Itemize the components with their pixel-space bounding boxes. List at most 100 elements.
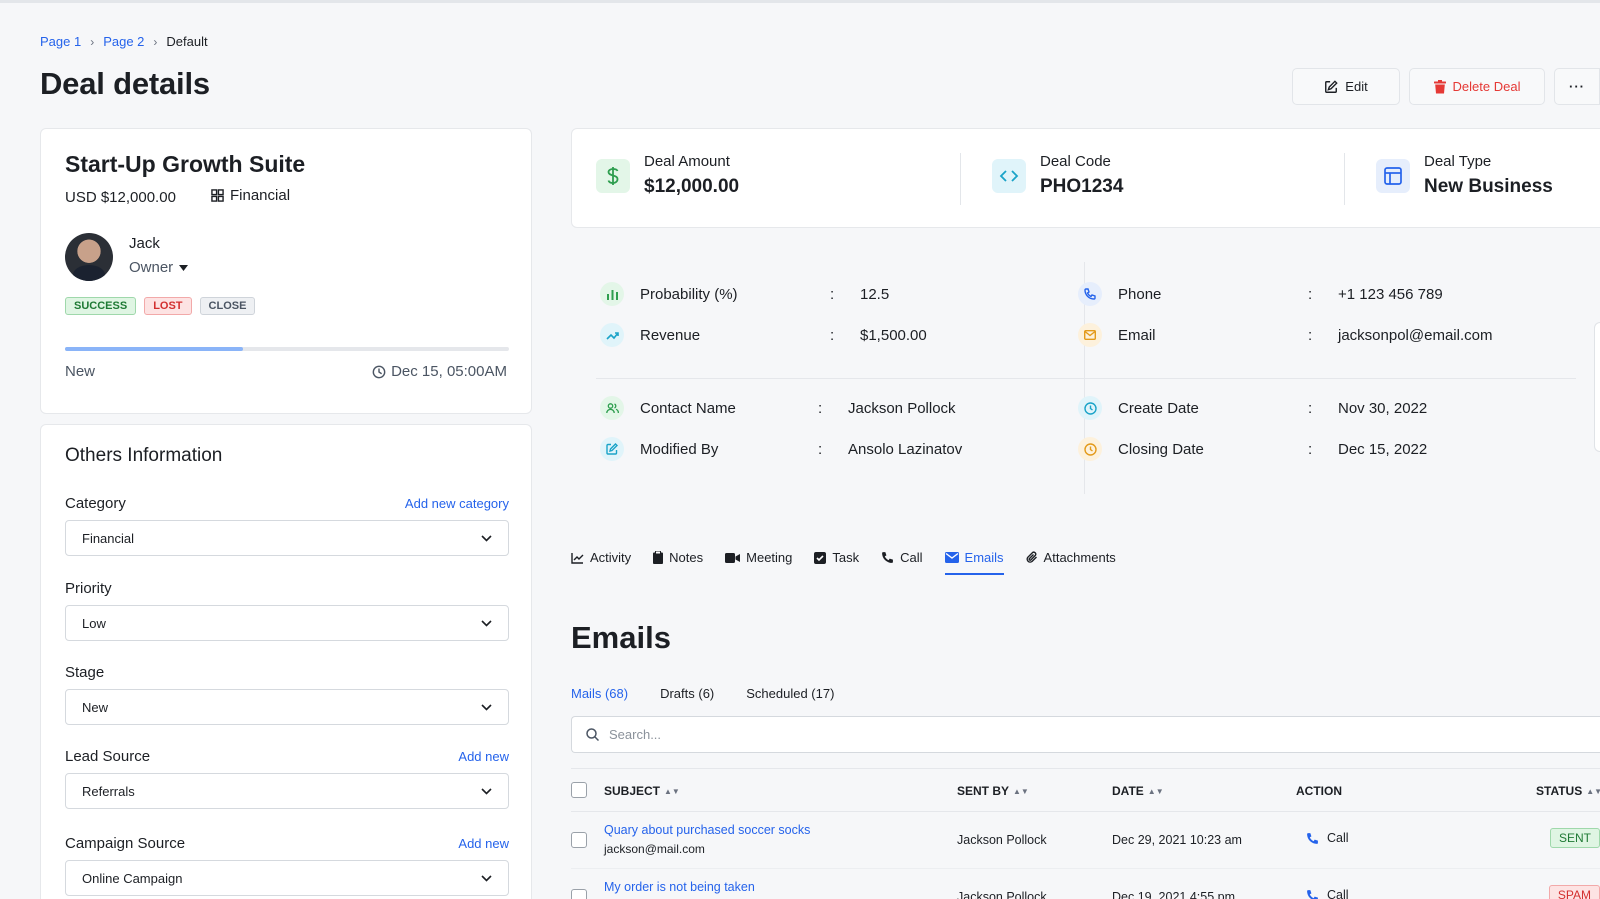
add-new-campaign-source-link[interactable]: Add new bbox=[458, 836, 509, 851]
deal-stats-card: Deal Amount $12,000.00 Deal Code PHO1234 D… bbox=[571, 128, 1600, 228]
modified-by-value: Ansolo Lazinatov bbox=[848, 440, 963, 458]
phone-icon bbox=[1078, 282, 1102, 306]
avatar[interactable] bbox=[65, 233, 113, 281]
category-value: Financial bbox=[82, 530, 135, 546]
phone-icon bbox=[882, 552, 894, 563]
deal-tabs: Activity Notes Meeting Task Call Emails … bbox=[571, 550, 1138, 575]
subtab-scheduled[interactable]: Scheduled (17) bbox=[746, 686, 834, 701]
side-panel-handle[interactable] bbox=[1594, 322, 1600, 452]
code-icon bbox=[992, 159, 1026, 193]
envelope-icon bbox=[944, 552, 959, 563]
colon: : bbox=[818, 440, 823, 458]
priority-select[interactable]: Low bbox=[65, 605, 509, 641]
success-badge[interactable]: SUCCESS bbox=[65, 297, 137, 315]
closing-date-label: Closing Date bbox=[1118, 440, 1204, 458]
add-new-category-link[interactable]: Add new category bbox=[405, 496, 509, 511]
email-label: Email bbox=[1118, 326, 1156, 344]
status-badge: SPAM bbox=[1548, 885, 1600, 899]
chevron-right-icon: › bbox=[90, 34, 95, 49]
call-action-button[interactable]: Call bbox=[1306, 888, 1349, 899]
trash-icon bbox=[1433, 79, 1446, 93]
contact-name-row: Contact Name : Jackson Pollock bbox=[600, 396, 956, 420]
top-divider bbox=[0, 0, 1600, 3]
deal-type-stat: Deal Type New Business bbox=[1376, 151, 1553, 198]
caret-down-icon bbox=[179, 264, 189, 271]
row-checkbox[interactable] bbox=[571, 889, 587, 899]
delete-deal-button[interactable]: Delete Deal bbox=[1409, 68, 1545, 105]
status-badge: SENT bbox=[1549, 828, 1600, 848]
probability-value: 12.5 bbox=[860, 285, 890, 303]
colon: : bbox=[1308, 326, 1313, 344]
tab-emails[interactable]: Emails bbox=[944, 550, 1004, 575]
chevron-down-icon bbox=[481, 619, 492, 627]
campaign-source-select[interactable]: Online Campaign bbox=[65, 860, 509, 896]
users-icon bbox=[600, 396, 624, 420]
tab-notes[interactable]: Notes bbox=[653, 550, 703, 575]
email-subject-link[interactable]: My order is not being taken bbox=[604, 880, 755, 894]
tab-task[interactable]: Task bbox=[814, 550, 859, 575]
edit-icon bbox=[600, 437, 624, 461]
deal-stage: New bbox=[65, 363, 96, 380]
col-action-label: ACTION bbox=[1296, 784, 1342, 798]
grid-icon bbox=[211, 189, 224, 202]
more-options-button[interactable]: ··· bbox=[1554, 68, 1600, 105]
clock-icon bbox=[1078, 396, 1102, 420]
tab-activity-label: Activity bbox=[590, 550, 632, 565]
email-value[interactable]: jacksonpol@email.com bbox=[1338, 327, 1492, 344]
col-sent-by[interactable]: SENT BY ▲▼ bbox=[957, 784, 1029, 798]
email-row: Email : jacksonpol@email.com bbox=[1078, 323, 1492, 347]
email-subject-link[interactable]: Quary about purchased soccer socks bbox=[604, 823, 810, 837]
lost-badge[interactable]: LOST bbox=[144, 297, 192, 315]
header-actions: Edit Delete Deal ··· bbox=[1292, 68, 1600, 105]
others-information-title: Others Information bbox=[65, 445, 223, 466]
priority-label: Priority bbox=[65, 580, 112, 597]
category-select[interactable]: Financial bbox=[65, 520, 509, 556]
stage-value: New bbox=[82, 699, 109, 715]
paperclip-icon bbox=[1026, 551, 1037, 563]
tab-activity[interactable]: Activity bbox=[571, 550, 631, 575]
deal-category-label: Financial bbox=[230, 187, 291, 204]
clipboard-icon bbox=[653, 551, 664, 564]
breadcrumb: Page 1 › Page 2 › Default bbox=[40, 34, 208, 49]
closing-date-row: Closing Date : Dec 15, 2022 bbox=[1078, 437, 1427, 461]
breadcrumb-page-2[interactable]: Page 2 bbox=[103, 34, 144, 49]
tab-meeting[interactable]: Meeting bbox=[725, 550, 792, 575]
deal-date-label: Dec 15, 05:00AM bbox=[391, 363, 507, 380]
close-badge[interactable]: CLOSE bbox=[199, 297, 256, 315]
select-all-checkbox[interactable] bbox=[571, 782, 587, 798]
col-date[interactable]: DATE ▲▼ bbox=[1112, 784, 1164, 798]
category-field: Category Add new category Financial bbox=[65, 495, 509, 556]
sort-icon: ▲▼ bbox=[1147, 786, 1164, 796]
phone-label: Phone bbox=[1118, 285, 1162, 303]
create-date-row: Create Date : Nov 30, 2022 bbox=[1078, 396, 1427, 420]
tab-attachments[interactable]: Attachments bbox=[1026, 550, 1116, 575]
deal-amount-stat: Deal Amount $12,000.00 bbox=[596, 151, 739, 198]
breadcrumb-page-1[interactable]: Page 1 bbox=[40, 34, 81, 49]
email-sent-by: Jackson Pollock bbox=[957, 833, 1047, 847]
email-sender-address: jackson@mail.com bbox=[604, 842, 705, 856]
modified-by-label: Modified By bbox=[640, 440, 719, 458]
stage-select[interactable]: New bbox=[65, 689, 509, 725]
add-new-lead-source-link[interactable]: Add new bbox=[458, 749, 509, 764]
colon: : bbox=[830, 285, 835, 303]
bar-chart-icon bbox=[600, 282, 624, 306]
stage-label: Stage bbox=[65, 664, 105, 681]
subtab-mails[interactable]: Mails (68) bbox=[571, 686, 628, 701]
checkbox-icon bbox=[814, 551, 827, 564]
call-action-button[interactable]: Call bbox=[1306, 831, 1349, 845]
subtab-drafts[interactable]: Drafts (6) bbox=[660, 686, 714, 701]
priority-field: Priority Low bbox=[65, 580, 509, 641]
tab-call[interactable]: Call bbox=[881, 550, 923, 575]
lead-source-select[interactable]: Referrals bbox=[65, 773, 509, 809]
email-search-box bbox=[571, 716, 1600, 753]
chart-line-icon bbox=[571, 552, 584, 564]
edit-button[interactable]: Edit bbox=[1292, 68, 1400, 105]
row-checkbox[interactable] bbox=[571, 832, 587, 848]
email-search-input[interactable] bbox=[609, 727, 1509, 742]
phone-icon bbox=[1307, 889, 1318, 899]
email-sent-by: Jackson Pollock bbox=[957, 890, 1047, 899]
col-subject[interactable]: SUBJECT ▲▼ bbox=[604, 784, 680, 798]
col-status[interactable]: STATUS ▲▼ bbox=[1536, 784, 1600, 798]
owner-role-dropdown[interactable]: Owner bbox=[129, 259, 189, 276]
edit-icon bbox=[1325, 79, 1338, 93]
